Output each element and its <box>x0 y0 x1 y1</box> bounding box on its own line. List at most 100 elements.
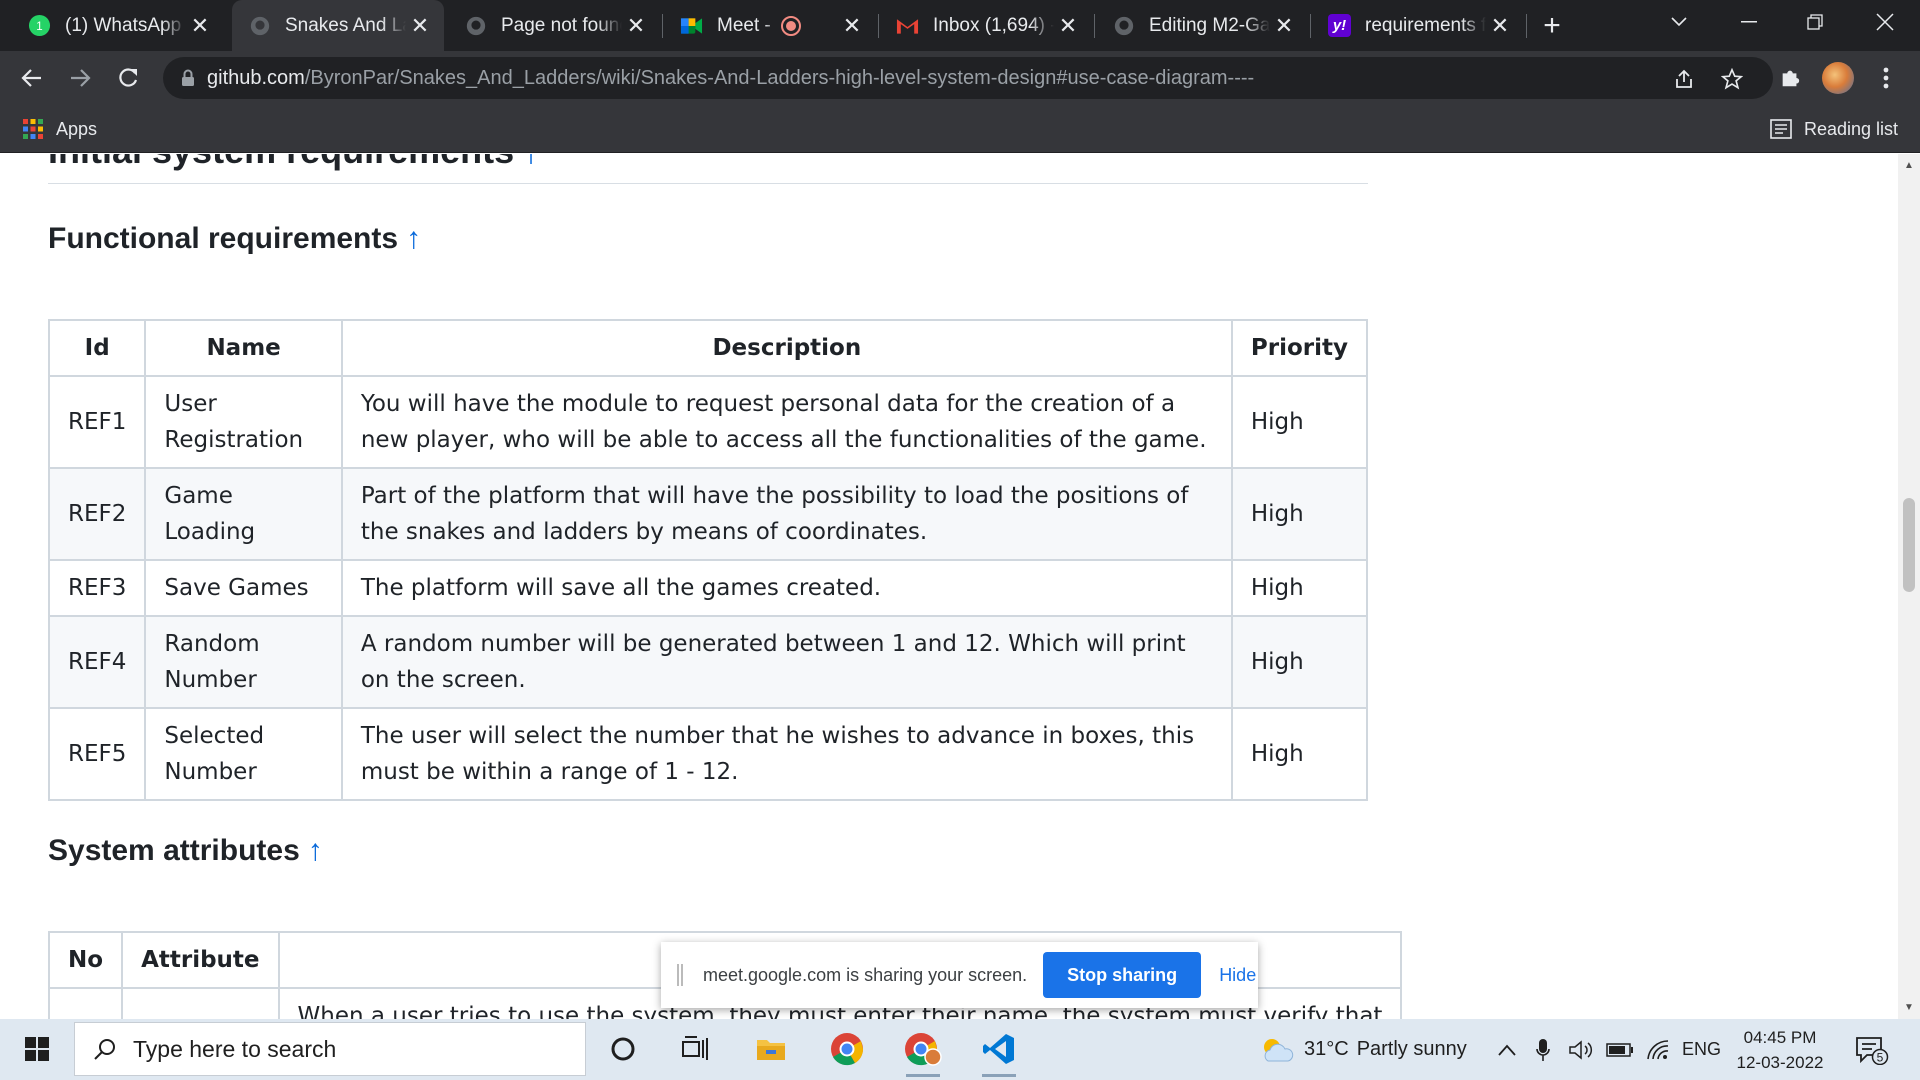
scrollbar-thumb[interactable] <box>1903 498 1915 592</box>
restore-icon[interactable] <box>1786 0 1844 44</box>
github-icon <box>248 14 271 37</box>
drag-handle-icon[interactable] <box>677 964 683 986</box>
tab-title: Editing M2-Ga <box>1149 14 1270 36</box>
heading-system-attributes: System attributes ↑ <box>48 834 323 867</box>
reload-button[interactable] <box>108 58 148 98</box>
lock-icon <box>182 69 194 86</box>
close-tab-icon[interactable]: ✕ <box>1486 12 1514 40</box>
extensions-button[interactable] <box>1770 58 1810 98</box>
column-header-priority: Priority <box>1230 319 1369 377</box>
notification-count: 5 <box>1877 1050 1884 1064</box>
tab-yahoo-search[interactable]: y! requirements fo ✕ <box>1312 0 1524 51</box>
close-tab-icon[interactable]: ✕ <box>1270 12 1298 40</box>
close-tab-icon[interactable]: ✕ <box>1054 12 1082 40</box>
tab-separator <box>1094 14 1095 38</box>
column-header-description: Description <box>340 319 1233 377</box>
page-scrollbar[interactable]: ▲ ▼ <box>1898 154 1920 1019</box>
close-tab-icon[interactable]: ✕ <box>838 12 866 40</box>
cell-priority: High <box>1230 615 1369 709</box>
task-view-icon[interactable] <box>672 1027 718 1071</box>
anchor-link[interactable]: ↑ <box>522 154 540 171</box>
column-header-name: Name <box>144 319 343 377</box>
wifi-icon[interactable] <box>1646 1019 1670 1080</box>
weather-widget[interactable]: 31°C Partly sunny <box>1258 1019 1467 1080</box>
hide-banner-button[interactable]: Hide <box>1219 965 1256 986</box>
address-bar[interactable]: github.com/ByronPar/Snakes_And_Ladders/w… <box>163 57 1773 99</box>
tab-page-not-found[interactable]: Page not found ✕ <box>448 0 660 51</box>
anchor-link[interactable]: ↑ <box>308 834 323 867</box>
taskbar-search-box[interactable]: Type here to search <box>74 1022 586 1076</box>
gmail-icon <box>896 14 919 37</box>
share-icon[interactable] <box>1671 66 1697 92</box>
cell-description: The platform will save all the games cre… <box>340 559 1233 617</box>
close-window-icon[interactable] <box>1856 0 1914 44</box>
clock-time: 04:45 PM <box>1743 1028 1817 1047</box>
cell-id: REF5 <box>47 707 147 801</box>
new-tab-button[interactable]: + <box>1534 8 1570 44</box>
show-hidden-icons-chevron-icon[interactable] <box>1498 1019 1516 1080</box>
tab-separator <box>662 14 663 38</box>
vscode-icon[interactable] <box>976 1027 1022 1077</box>
tab-whatsapp[interactable]: 1 (1) WhatsApp ✕ <box>12 0 224 51</box>
bookmark-star-icon[interactable] <box>1719 66 1745 92</box>
close-tab-icon[interactable]: ✕ <box>406 12 434 40</box>
anchor-link[interactable]: ↑ <box>406 222 421 255</box>
cell-priority: High <box>1230 467 1369 561</box>
tab-snakes-and-ladders[interactable]: Snakes And Ladders ✕ <box>232 0 444 51</box>
microphone-icon[interactable] <box>1536 1019 1550 1080</box>
close-tab-icon[interactable]: ✕ <box>186 12 214 40</box>
reading-list-button[interactable]: Reading list <box>1770 115 1898 143</box>
scroll-down-arrow-icon[interactable]: ▼ <box>1903 1002 1915 1014</box>
start-button[interactable] <box>10 1025 64 1073</box>
taskbar-clock[interactable]: 04:45 PM 12-03-2022 <box>1730 1025 1830 1075</box>
forward-button[interactable] <box>60 58 100 98</box>
chrome-icon[interactable] <box>824 1027 870 1071</box>
language-indicator[interactable]: ENG <box>1682 1019 1721 1080</box>
notification-center-button[interactable]: 5 <box>1855 1019 1889 1080</box>
section-heading-initial-requirements: Initial system requirements↑ <box>48 154 540 172</box>
github-icon <box>1112 14 1135 37</box>
svg-text:1: 1 <box>36 21 42 33</box>
cell-id: REF4 <box>47 615 147 709</box>
stop-sharing-button[interactable]: Stop sharing <box>1043 952 1202 998</box>
tab-gmail-inbox[interactable]: Inbox (1,694) - ✕ <box>880 0 1092 51</box>
volume-icon[interactable] <box>1568 1019 1594 1080</box>
reload-icon <box>119 68 138 87</box>
table-row: REF2 Game Loading Part of the platform t… <box>47 467 1369 561</box>
tab-title: Snakes And Ladders <box>285 14 406 36</box>
heading-functional-requirements: Functional requirements ↑ <box>48 222 422 255</box>
chrome-menu-button[interactable] <box>1866 58 1906 98</box>
back-button[interactable] <box>12 58 52 98</box>
apps-grid-icon <box>23 119 43 139</box>
cell-name: Selected Number <box>144 707 343 801</box>
heading-divider <box>48 183 1368 184</box>
share-message: meet.google.com is sharing your screen. <box>703 964 1028 985</box>
tab-editing-wiki[interactable]: Editing M2-Ga ✕ <box>1096 0 1308 51</box>
close-tab-icon[interactable]: ✕ <box>622 12 650 40</box>
table-header-row: Id Name Description Priority <box>47 319 1369 377</box>
tab-search-icon[interactable] <box>1650 0 1708 44</box>
minimize-icon[interactable] <box>1720 0 1778 44</box>
profile-avatar[interactable] <box>1818 58 1858 98</box>
cell-name: User Registration <box>144 375 343 469</box>
tab-separator <box>1310 14 1311 38</box>
cell-name: Save Games <box>144 559 343 617</box>
table-row: REF5 Selected Number The user will selec… <box>47 707 1369 801</box>
file-explorer-icon[interactable] <box>748 1027 794 1071</box>
cell-name: Game Loading <box>144 467 343 561</box>
cortana-icon[interactable] <box>600 1027 646 1071</box>
column-header-id: Id <box>47 319 147 377</box>
chrome-profile-icon[interactable] <box>900 1027 946 1077</box>
battery-icon[interactable] <box>1606 1019 1634 1080</box>
cell-priority: High <box>1230 707 1369 801</box>
tab-google-meet[interactable]: Meet - hrq ✕ <box>664 0 876 51</box>
tab-title: (1) WhatsApp <box>65 14 182 36</box>
avatar-image <box>1822 62 1854 94</box>
browser-tab-strip: 1 (1) WhatsApp ✕ Snakes And Ladders ✕ Pa… <box>0 0 1920 51</box>
apps-bookmark[interactable]: Apps <box>22 115 97 143</box>
column-header-attribute: Attribute <box>121 931 280 989</box>
partly-sunny-icon <box>1264 1038 1294 1061</box>
scroll-up-arrow-icon[interactable]: ▲ <box>1903 160 1915 172</box>
table-row: REF4 Random Number A random number will … <box>47 615 1369 709</box>
cell-description: You will have the module to request pers… <box>340 375 1233 469</box>
